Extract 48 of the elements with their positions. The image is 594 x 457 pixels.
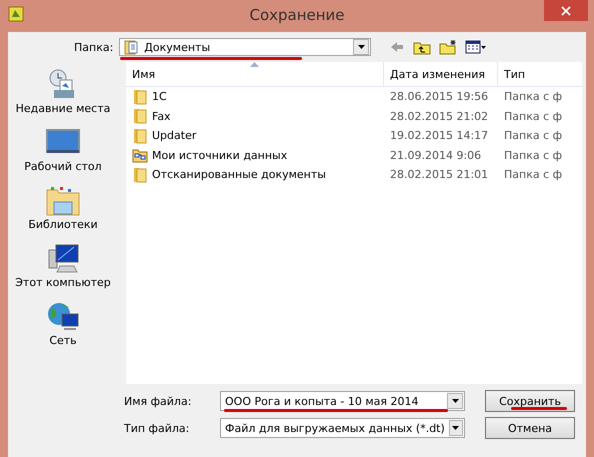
place-item[interactable]: Сеть [10,300,116,354]
place-item[interactable]: Рабочий стол [10,126,116,180]
app-icon [8,6,24,22]
type-cell-text: Папка с ф [503,89,564,106]
column-header[interactable]: Имя [126,62,384,86]
window-title: Сохранение [249,6,345,24]
save-button[interactable]: Сохранить [485,390,575,412]
file-name-cell[interactable]: Fax [126,106,384,126]
file-name-cell[interactable]: Отсканированные документы [126,165,384,184]
place-item[interactable]: Библиотеки [10,184,116,238]
file-name-cell[interactable]: Updater [126,126,384,146]
folder-icon [132,88,148,105]
file-name-cell[interactable]: 1C [126,87,384,106]
date-cell-text: 28.02.2015 21:02 [389,108,490,125]
folder-icon [132,128,148,144]
linked-folder-icon [132,147,148,164]
caret-icon [358,45,365,49]
view-menu-icon[interactable] [465,39,488,55]
date-cell-text: 21.09.2014 9:06 [389,148,482,164]
file-type-label: Тип файла: [124,422,190,434]
caret-icon [452,426,460,430]
date-cell-text: 28.06.2015 19:56 [389,89,490,106]
file-name-label: Имя файла: [124,394,192,408]
type-cell-text: Папка с ф [503,128,564,144]
date-cell-text: 28.02.2015 21:01 [389,167,490,184]
new-folder-icon[interactable] [439,39,458,55]
folder-dropdown[interactable]: Документы [119,38,372,56]
column-header[interactable]: Дата изменения [384,62,498,86]
type-cell-text: Папка с ф [503,108,564,125]
library-folder-icon [46,184,80,218]
type-cell-text: Папка с ф [503,167,564,184]
close-button[interactable] [544,0,588,21]
document-folder-icon [124,39,140,55]
file-name-cell[interactable]: Мои источники данных [126,146,384,165]
folder-icon [132,166,148,183]
place-item[interactable]: Этот компьютер [10,242,116,296]
type-cell-text: Папка с ф [503,148,564,164]
column-header[interactable]: Тип [498,62,574,86]
caret-icon [452,399,458,403]
place-item[interactable]: Недавние места [10,68,116,122]
cancel-button[interactable]: Отмена [485,417,575,439]
file-name-field[interactable]: ООО Рога и копыта - 10 мая 2014 [220,391,465,411]
folder-icon [132,108,148,124]
date-cell-text: 19.02.2015 14:17 [389,128,490,144]
sort-arrow-icon [250,62,259,67]
file-type-dropdown[interactable]: Файл для выгружаемых данных (*.dt) [220,418,465,438]
folder-label: Папка: [74,40,114,54]
close-icon [561,6,571,16]
